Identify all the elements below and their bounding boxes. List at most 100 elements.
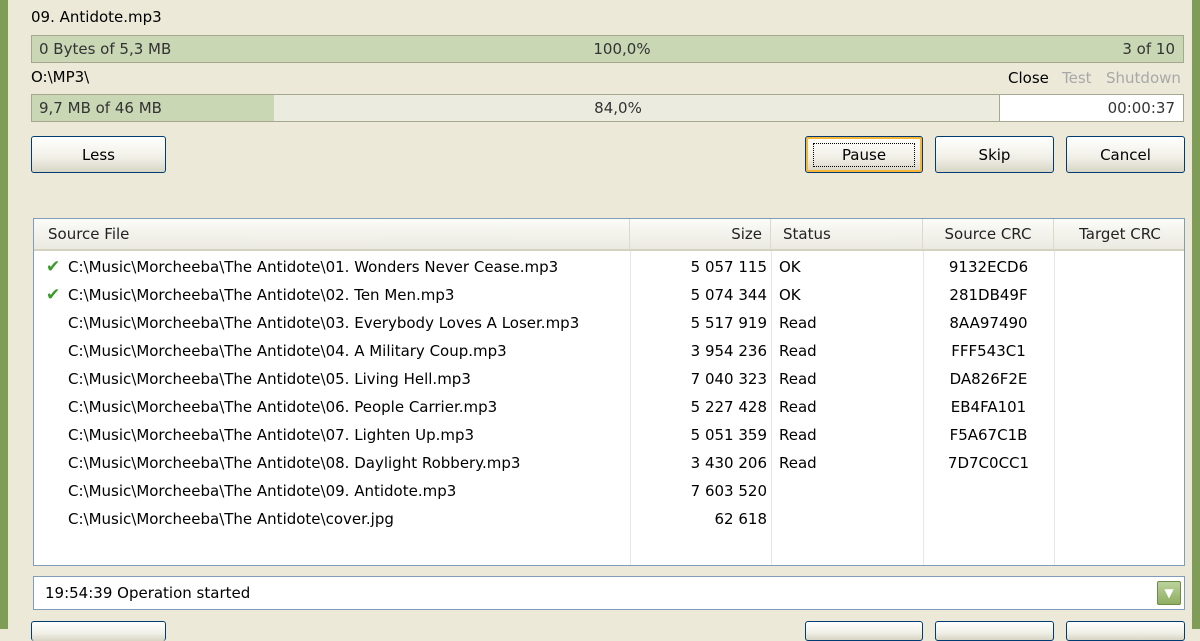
cell-status: Read <box>779 370 817 388</box>
table-row[interactable]: C:\Music\Morcheeba\The Antidote\07. Ligh… <box>34 421 1184 449</box>
file-list-header: Source File Size Status Source CRC Targe… <box>34 219 1184 251</box>
cell-status: Read <box>779 342 817 360</box>
cell-target-crc <box>1054 253 1184 281</box>
log-message: 19:54:39 Operation started <box>45 584 251 602</box>
file-path: C:\Music\Morcheeba\The Antidote\07. Ligh… <box>68 426 475 444</box>
cell-size: 7 603 520 <box>690 482 767 500</box>
bottom-button-2[interactable] <box>805 621 923 641</box>
column-source-crc[interactable]: Source CRC <box>923 219 1054 249</box>
cancel-button[interactable]: Cancel <box>1066 136 1185 173</box>
total-progress-bar: 9,7 MB of 46 MB 84,0% 00:00:37 <box>31 94 1184 122</box>
cell-status: Read <box>779 398 817 416</box>
cell-target-crc <box>1054 337 1184 365</box>
cell-source-file: ✔ C:\Music\Morcheeba\The Antidote\01. Won… <box>46 253 626 281</box>
cell-source-file: C:\Music\Morcheeba\The Antidote\cover.jp… <box>46 505 626 533</box>
cell-status: OK <box>779 258 801 276</box>
cell-source-file: C:\Music\Morcheeba\The Antidote\08. Dayl… <box>46 449 626 477</box>
checkmark-icon: ✔ <box>46 257 61 277</box>
cell-target-crc <box>1054 449 1184 477</box>
table-row[interactable]: C:\Music\Morcheeba\The Antidote\06. Peop… <box>34 393 1184 421</box>
skip-button[interactable]: Skip <box>935 136 1054 173</box>
shutdown-after-option[interactable]: Shutdown <box>1106 69 1181 87</box>
column-size[interactable]: Size <box>630 219 771 249</box>
cell-source-file: C:\Music\Morcheeba\The Antidote\04. A Mi… <box>46 337 626 365</box>
target-path: O:\MP3\ <box>31 68 90 86</box>
table-row[interactable]: C:\Music\Morcheeba\The Antidote\08. Dayl… <box>34 449 1184 477</box>
cell-size: 5 517 919 <box>690 314 767 332</box>
cell-source-file: ✔ C:\Music\Morcheeba\The Antidote\02. Ten… <box>46 281 626 309</box>
file-path: C:\Music\Morcheeba\The Antidote\05. Livi… <box>68 370 471 388</box>
cell-status <box>779 505 919 533</box>
table-row[interactable]: ✔ C:\Music\Morcheeba\The Antidote\01. Won… <box>34 253 1184 281</box>
cell-source-file: C:\Music\Morcheeba\The Antidote\05. Livi… <box>46 365 626 393</box>
cell-target-crc <box>1054 421 1184 449</box>
cell-source-crc: DA826F2E <box>949 370 1028 388</box>
table-row[interactable]: C:\Music\Morcheeba\The Antidote\05. Livi… <box>34 365 1184 393</box>
cell-source-file: C:\Music\Morcheeba\The Antidote\06. Peop… <box>46 393 626 421</box>
cell-status <box>779 477 919 505</box>
cell-size: 3 954 236 <box>690 342 767 360</box>
cell-size: 5 057 115 <box>690 258 767 276</box>
cell-status: OK <box>779 286 801 304</box>
file-progress-bar: 0 Bytes of 5,3 MB 100,0% 3 of 10 <box>31 35 1184 63</box>
cell-size: 62 618 <box>714 510 768 528</box>
bottom-button-1[interactable] <box>31 621 166 641</box>
file-path: C:\Music\Morcheeba\The Antidote\02. Ten … <box>68 286 455 304</box>
column-target-crc[interactable]: Target CRC <box>1054 219 1184 249</box>
bottom-button-4[interactable] <box>1066 621 1185 641</box>
pause-button[interactable]: Pause <box>805 136 923 173</box>
cell-source-crc: 8AA97490 <box>949 314 1028 332</box>
total-progress-text: 9,7 MB of 46 MB <box>39 99 162 117</box>
table-row[interactable]: C:\Music\Morcheeba\The Antidote\04. A Mi… <box>34 337 1184 365</box>
table-row[interactable]: ✔ C:\Music\Morcheeba\The Antidote\02. Ten… <box>34 281 1184 309</box>
cell-status: Read <box>779 426 817 444</box>
table-row[interactable]: C:\Music\Morcheeba\The Antidote\09. Anti… <box>34 477 1184 505</box>
cell-target-crc <box>1054 393 1184 421</box>
cell-source-crc: 281DB49F <box>949 286 1028 304</box>
table-row[interactable]: C:\Music\Morcheeba\The Antidote\03. Ever… <box>34 309 1184 337</box>
file-path: C:\Music\Morcheeba\The Antidote\06. Peop… <box>68 398 498 416</box>
checkmark-icon: ✔ <box>46 285 61 305</box>
close-after-option[interactable]: Close <box>1008 69 1049 87</box>
cell-source-crc: EB4FA101 <box>950 398 1027 416</box>
file-path: C:\Music\Morcheeba\The Antidote\cover.jp… <box>68 510 394 528</box>
table-row[interactable]: C:\Music\Morcheeba\The Antidote\cover.jp… <box>34 505 1184 533</box>
cell-target-crc <box>1054 477 1184 505</box>
chevron-down-icon[interactable]: ▼ <box>1157 581 1181 605</box>
cell-size: 7 040 323 <box>690 370 767 388</box>
cell-source-file: C:\Music\Morcheeba\The Antidote\09. Anti… <box>46 477 626 505</box>
file-list[interactable]: Source File Size Status Source CRC Targe… <box>33 218 1185 566</box>
cell-size: 5 227 428 <box>690 398 767 416</box>
bottom-button-3[interactable] <box>935 621 1054 641</box>
file-path: C:\Music\Morcheeba\The Antidote\04. A Mi… <box>68 342 507 360</box>
cell-target-crc <box>1054 365 1184 393</box>
cell-source-file: C:\Music\Morcheeba\The Antidote\03. Ever… <box>46 309 626 337</box>
cell-size: 3 430 206 <box>690 454 767 472</box>
file-path: C:\Music\Morcheeba\The Antidote\09. Anti… <box>68 482 457 500</box>
total-progress-percent: 84,0% <box>594 99 642 117</box>
cell-status: Read <box>779 454 817 472</box>
column-status[interactable]: Status <box>771 219 923 249</box>
file-path: C:\Music\Morcheeba\The Antidote\03. Ever… <box>68 314 580 332</box>
file-progress-percent: 100,0% <box>593 40 651 58</box>
cell-source-crc <box>923 505 1054 533</box>
log-combobox[interactable]: 19:54:39 Operation started ▼ <box>33 576 1185 610</box>
file-count: 3 of 10 <box>1122 40 1175 58</box>
cell-size: 5 051 359 <box>690 426 767 444</box>
cell-target-crc <box>1054 505 1184 533</box>
file-progress-text: 0 Bytes of 5,3 MB <box>39 40 172 58</box>
cell-source-crc: F5A67C1B <box>949 426 1028 444</box>
pause-button-label: Pause <box>812 142 916 167</box>
current-file-name: 09. Antidote.mp3 <box>31 8 162 26</box>
transfer-dialog: 09. Antidote.mp3 0 Bytes of 5,3 MB 100,0… <box>0 0 1200 641</box>
cell-source-crc: 9132ECD6 <box>948 258 1029 276</box>
cell-source-crc: FFF543C1 <box>951 342 1026 360</box>
file-path: C:\Music\Morcheeba\The Antidote\08. Dayl… <box>68 454 521 472</box>
less-button[interactable]: Less <box>31 136 166 173</box>
cell-source-crc: 7D7C0CC1 <box>947 454 1030 472</box>
column-source-file[interactable]: Source File <box>34 219 630 249</box>
cell-size: 5 074 344 <box>690 286 767 304</box>
test-after-option[interactable]: Test <box>1062 69 1092 87</box>
cell-source-crc <box>923 477 1054 505</box>
cell-status: Read <box>779 314 817 332</box>
